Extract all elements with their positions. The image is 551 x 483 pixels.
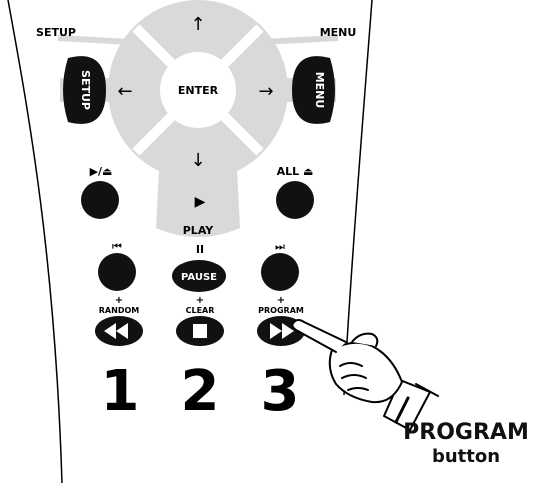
random-label: RANDOM (99, 306, 139, 315)
digit-2-button[interactable]: 2 (181, 359, 220, 424)
program-label: PROGRAM (258, 306, 304, 315)
skip-next-button[interactable] (261, 253, 299, 291)
menu-button[interactable]: MENU (292, 56, 335, 124)
setup-button[interactable]: SETUP (63, 56, 106, 124)
digit-3-button[interactable]: 3 (261, 359, 300, 424)
plus-random: + (115, 295, 123, 306)
callout-title: PROGRAM (403, 420, 529, 445)
pause-symbol: II (196, 243, 204, 256)
skip-next-icon: ⏭ (275, 240, 285, 253)
stop-icon (193, 324, 207, 338)
menu-top-label: MENU (320, 26, 357, 39)
play-button-label[interactable]: PLAY (183, 224, 215, 237)
arrow-right-icon[interactable]: → (258, 81, 273, 102)
play-eject-button[interactable] (81, 181, 119, 219)
svg-text:PAUSE: PAUSE (181, 272, 217, 283)
plus-clear: + (196, 295, 204, 306)
all-eject-label: ALL ⏏ (277, 165, 314, 178)
remote-control-illustration: SETUP MENU SETUP MENU ↑ ↓ ← → ENTER ▶ PL… (7, 0, 439, 483)
plus-program: + (277, 295, 285, 306)
rewind-random-button[interactable] (95, 316, 143, 346)
clear-label: CLEAR (186, 306, 215, 315)
all-eject-button[interactable] (276, 181, 314, 219)
remote-left-edge (7, 0, 63, 483)
setup-top-label: SETUP (36, 26, 76, 39)
enter-button[interactable]: ENTER (178, 84, 219, 97)
callout-subtitle: button (431, 446, 501, 467)
play-icon[interactable]: ▶ (195, 194, 206, 210)
pause-button[interactable]: PAUSE (172, 260, 226, 292)
stop-clear-button[interactable] (176, 316, 224, 346)
arrow-up-icon[interactable]: ↑ (190, 14, 205, 35)
skip-previous-icon: ⏮ (112, 240, 122, 253)
play-eject-label: ▶/⏏ (90, 165, 113, 178)
program-button-callout: PROGRAM button (388, 420, 544, 468)
pointing-hand-icon (291, 319, 439, 431)
skip-previous-button[interactable] (98, 253, 136, 291)
svg-text:MENU: MENU (313, 72, 326, 109)
digit-1-button[interactable]: 1 (101, 359, 140, 424)
svg-text:SETUP: SETUP (79, 70, 92, 110)
arrow-down-icon[interactable]: ↓ (190, 150, 205, 171)
arrow-left-icon[interactable]: ← (117, 81, 132, 102)
